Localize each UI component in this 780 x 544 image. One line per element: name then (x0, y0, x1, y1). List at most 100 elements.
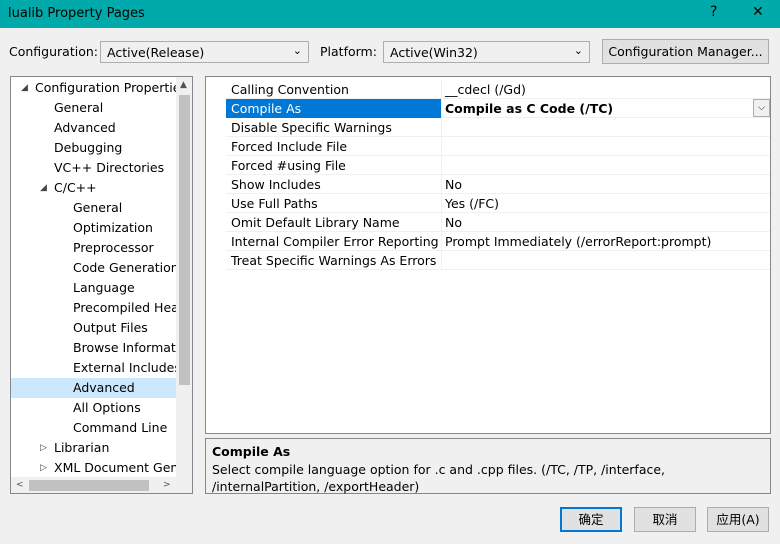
property-row[interactable]: Use Full Paths Yes (/FC) (226, 194, 770, 213)
ok-button[interactable]: 确定 (560, 507, 622, 532)
tree-item-label: Librarian (54, 440, 110, 455)
property-value[interactable]: Prompt Immediately (/errorReport:prompt) (445, 234, 711, 249)
tree-item-label: General (54, 100, 104, 115)
tree-item[interactable]: Language (73, 278, 135, 298)
tree-item-label: General (73, 200, 123, 215)
property-row[interactable]: Forced #using File (226, 156, 770, 175)
tree-item[interactable]: Optimization (73, 218, 153, 238)
title-bar: lualib Property Pages ? ✕ (0, 0, 780, 28)
column-divider (441, 99, 442, 118)
tree-item[interactable]: Preprocessor (73, 238, 154, 258)
scroll-left-icon[interactable]: < (16, 480, 24, 490)
property-name: Use Full Paths (231, 196, 318, 211)
property-name: Forced #using File (231, 158, 346, 173)
tree-item[interactable]: Precompiled Heac (73, 298, 186, 318)
platform-label: Platform: (320, 44, 377, 59)
scroll-up-icon[interactable]: ▲ (180, 80, 187, 90)
property-row[interactable]: Disable Specific Warnings (226, 118, 770, 137)
tree-item[interactable]: All Options (73, 398, 141, 418)
property-row[interactable]: Forced Include File (226, 137, 770, 156)
configuration-value: Active(Release) (107, 45, 205, 60)
window-title: lualib Property Pages (8, 6, 145, 21)
description-title: Compile As (212, 444, 291, 459)
expand-icon[interactable]: ▷ (40, 438, 47, 458)
tree-item[interactable]: ▷ XML Document Gene (40, 458, 187, 478)
property-grid: Calling Convention __cdecl (/Gd) Compile A… (205, 76, 771, 434)
column-divider (441, 232, 442, 251)
cancel-button[interactable]: 取消 (634, 507, 696, 532)
property-name: Forced Include File (231, 139, 348, 154)
tree-item-label: Preprocessor (73, 240, 154, 255)
tree-item-label: All Options (73, 400, 141, 415)
tree-item-label: Output Files (73, 320, 148, 335)
column-divider (441, 194, 442, 213)
tree-vertical-scrollbar[interactable]: ▲ (176, 77, 192, 477)
tree-item-label: External Includes (73, 360, 181, 375)
property-tree: ◢ Configuration Properties General Advanced… (10, 76, 193, 494)
tree-horizontal-scrollbar[interactable]: < > (11, 477, 192, 493)
tree-item-label: Debugging (54, 140, 123, 155)
tree-item[interactable]: General (54, 98, 103, 118)
tree-item-label: Code Generation (73, 260, 179, 275)
expand-collapse-icon[interactable]: ◢ (21, 78, 28, 98)
chevron-down-icon: ⌄ (292, 44, 302, 57)
close-button[interactable]: ✕ (752, 4, 764, 20)
chevron-down-icon[interactable]: ⌵ (753, 99, 770, 117)
property-value[interactable]: No (445, 177, 462, 192)
column-divider (441, 118, 442, 137)
description-text: Select compile language option for .c an… (212, 462, 666, 494)
tree-item[interactable]: Advanced (11, 378, 176, 398)
tree-item[interactable]: Debugging (54, 138, 122, 158)
description-panel: Compile As Select compile language optio… (205, 438, 771, 494)
apply-button[interactable]: 应用(A) (707, 507, 769, 532)
property-value[interactable]: Compile as C Code (/TC) (445, 101, 613, 116)
configuration-manager-button[interactable]: Configuration Manager... (602, 39, 769, 64)
tree-item-label: VC++ Directories (54, 160, 165, 175)
tree-item[interactable]: ◢ C/C++ (40, 178, 97, 198)
tree-item-label: Browse Informatic (73, 340, 187, 355)
property-value[interactable]: No (445, 215, 462, 230)
configuration-dropdown[interactable]: Active(Release) ⌄ (100, 41, 309, 63)
tree-item[interactable]: Command Line (73, 418, 167, 438)
property-value[interactable]: Yes (/FC) (445, 196, 499, 211)
tree-item[interactable]: General (73, 198, 122, 218)
platform-dropdown[interactable]: Active(Win32) ⌄ (383, 41, 590, 63)
column-divider (441, 137, 442, 156)
property-row[interactable]: Calling Convention __cdecl (/Gd) (226, 80, 770, 99)
expand-collapse-icon[interactable]: ◢ (40, 178, 47, 198)
scroll-right-icon[interactable]: > (163, 480, 171, 490)
chevron-down-icon: ⌄ (573, 44, 583, 57)
property-name: Disable Specific Warnings (231, 120, 392, 135)
tree-scroll-thumb[interactable] (179, 95, 190, 385)
property-value[interactable]: __cdecl (/Gd) (445, 82, 526, 97)
property-row[interactable]: Compile As Compile as C Code (/TC) ⌵ (226, 99, 770, 118)
property-row[interactable]: Omit Default Library Name No (226, 213, 770, 232)
tree-item-label: Optimization (73, 220, 153, 235)
tree-hscroll-thumb[interactable] (29, 480, 149, 491)
tree-item[interactable]: VC++ Directories (54, 158, 164, 178)
tree-item-label: C/C++ (54, 180, 97, 195)
tree-item[interactable]: Code Generation (73, 258, 179, 278)
property-row[interactable]: Show Includes No (226, 175, 770, 194)
property-row[interactable]: Internal Compiler Error Reporting Prompt … (226, 232, 770, 251)
tree-item-label: Advanced (73, 380, 135, 395)
tree-item[interactable]: Output Files (73, 318, 148, 338)
column-divider (441, 156, 442, 175)
tree-item[interactable]: Browse Informatic (73, 338, 186, 358)
help-button[interactable]: ? (710, 4, 717, 20)
tree-item[interactable]: Advanced (54, 118, 116, 138)
property-name: Show Includes (231, 177, 321, 192)
property-name: Treat Specific Warnings As Errors (231, 253, 437, 268)
tree-item[interactable]: ▷ Librarian (40, 438, 110, 458)
expand-icon[interactable]: ▷ (40, 458, 47, 478)
tree-item[interactable]: ◢ Configuration Properties (21, 78, 187, 98)
property-name: Compile As (231, 101, 302, 116)
tree-item[interactable]: External Includes (73, 358, 181, 378)
tree-item-label: XML Document Gene (54, 460, 187, 475)
property-row[interactable]: Treat Specific Warnings As Errors (226, 251, 770, 270)
tree-item-label: Configuration Properties (35, 80, 187, 95)
column-divider (441, 80, 442, 99)
configuration-label: Configuration: (9, 44, 98, 59)
property-name: Omit Default Library Name (231, 215, 400, 230)
column-divider (441, 251, 442, 270)
